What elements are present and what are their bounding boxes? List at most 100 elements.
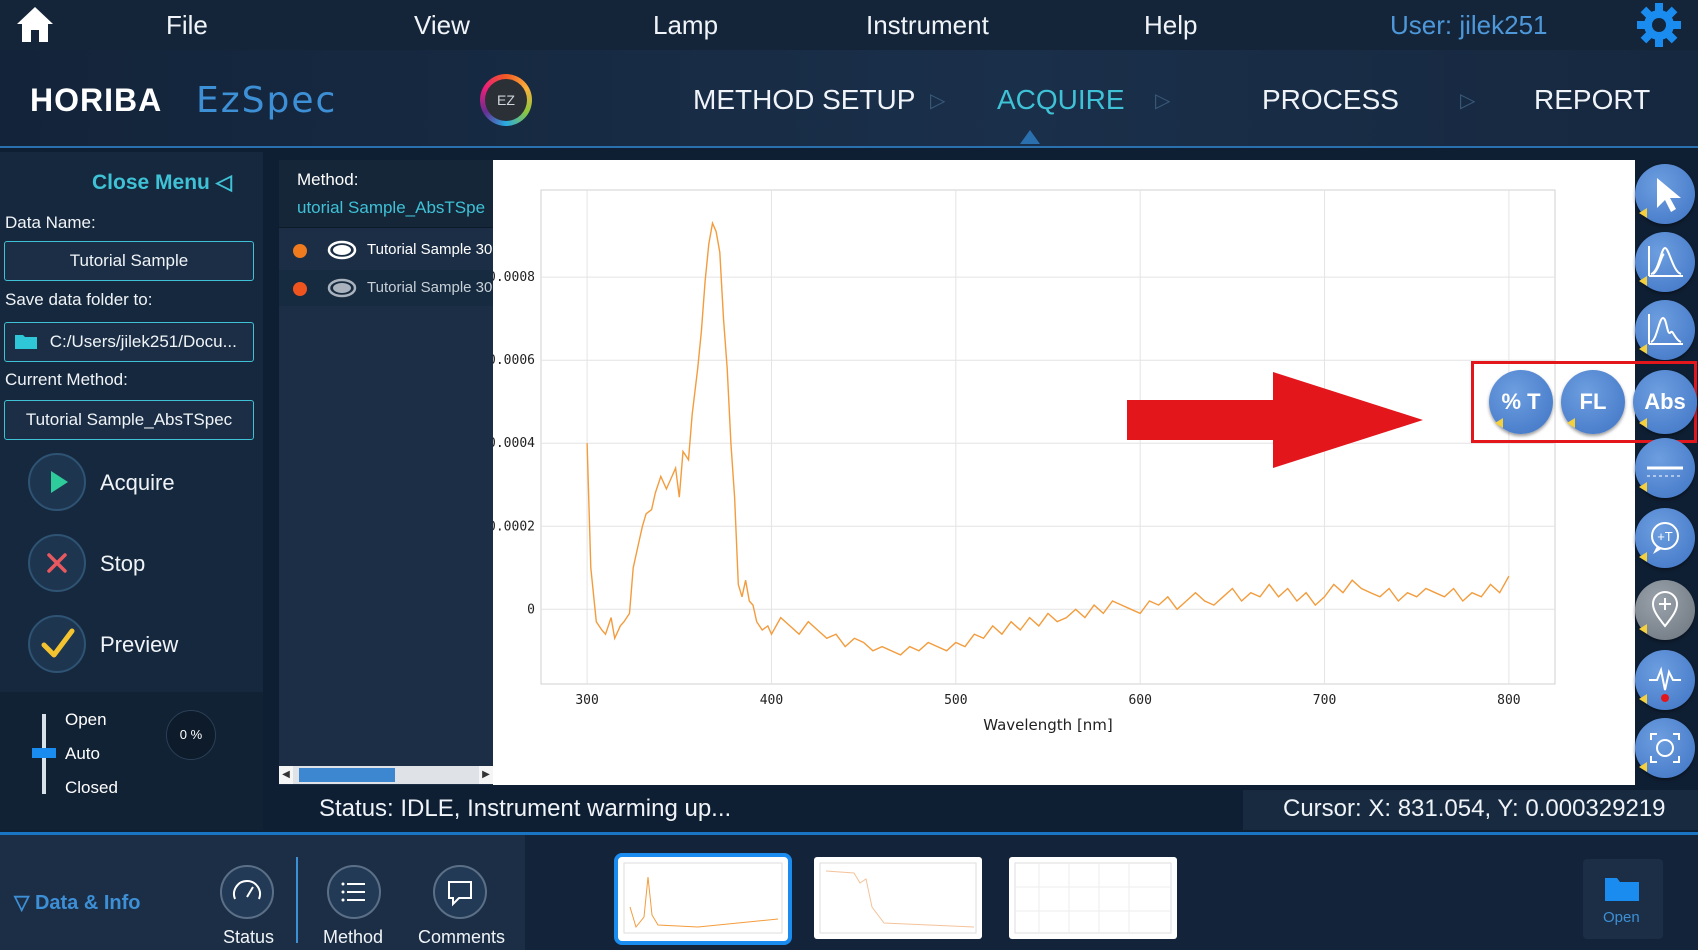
scroll-right-icon[interactable]: ▶ — [479, 766, 493, 784]
comment-icon — [448, 881, 472, 907]
data-info-panel: ▽ Data & Info Status Method Comments — [0, 835, 525, 950]
chart[interactable]: 300 400 500 600 700 800 0.0008 0.0006 0.0004 0.00… — [471, 160, 1635, 785]
gauge-icon — [233, 880, 261, 900]
list-item[interactable]: Tutorial Sample 30 — [279, 270, 493, 306]
marker-tool-button[interactable] — [1635, 580, 1695, 640]
menu-lamp[interactable]: Lamp — [653, 10, 718, 41]
list-item[interactable]: Tutorial Sample 30 — [279, 232, 493, 268]
method-label: Method: — [297, 170, 359, 189]
eye-icon[interactable] — [327, 240, 357, 260]
ezspec-logo: EzSpec — [196, 80, 338, 121]
shutter-open-label[interactable]: Open — [65, 710, 107, 730]
bottom-bar: ▽ Data & Info Status Method Comments Ope… — [0, 832, 1698, 950]
data-name-field[interactable]: Tutorial Sample — [4, 241, 254, 281]
status-bar: Status: IDLE, Instrument warming up... C… — [263, 788, 1698, 832]
step-report[interactable]: REPORT — [1534, 84, 1650, 116]
menu-file[interactable]: File — [166, 10, 208, 41]
checkmark-icon — [41, 628, 75, 658]
thumbnail-preview-icon — [1014, 862, 1172, 934]
horiba-logo: HORIBA — [30, 82, 163, 118]
save-folder-field[interactable]: C:/Users/jilek251/Docu... — [4, 322, 254, 362]
shutter-auto-label[interactable]: Auto — [65, 744, 100, 764]
active-step-indicator — [1020, 130, 1040, 144]
menu-view[interactable]: View — [414, 10, 470, 41]
progress-indicator: 0 % — [166, 710, 216, 760]
overlay-spectra-button[interactable] — [1635, 232, 1695, 292]
workflow-nav: HORIBA EzSpec EZ METHOD SETUP ▷ ACQUIRE … — [0, 50, 1698, 148]
shutter-closed-label[interactable]: Closed — [65, 778, 118, 798]
stop-label: Stop — [100, 551, 146, 576]
red-arrow-annotation — [1127, 372, 1423, 468]
home-icon[interactable] — [14, 4, 56, 46]
folder-icon — [1605, 878, 1639, 901]
method-panel: Method: utorial Sample_AbsTSpe Tutorial … — [279, 160, 493, 785]
menu-bar: File View Lamp Instrument Help User: jil… — [0, 0, 1698, 50]
baseline-tool-button[interactable] — [1635, 438, 1695, 498]
stop-button[interactable] — [28, 534, 86, 592]
close-menu-button[interactable]: Close Menu ◁ — [92, 170, 232, 195]
y-tick-label: 0.0002 — [493, 519, 535, 534]
divider — [296, 857, 298, 943]
open-button[interactable]: Open — [1583, 859, 1663, 939]
list-item-label: Tutorial Sample 30 — [367, 279, 493, 296]
spectrum-thumbnail[interactable] — [1009, 857, 1177, 939]
folder-icon — [15, 335, 37, 349]
preview-button[interactable] — [28, 615, 86, 673]
data-name-label: Data Name: — [5, 213, 96, 232]
data-info-toggle[interactable]: ▽ Data & Info — [14, 890, 141, 915]
user-label: User: jilek251 — [1390, 10, 1548, 40]
spectrum-thumbnail[interactable] — [614, 853, 792, 945]
preview-label: Preview — [100, 632, 179, 657]
x-tick-label: 700 — [1313, 693, 1336, 708]
annotate-tool-button[interactable]: +T — [1635, 508, 1695, 568]
method-value: utorial Sample_AbsTSpe — [297, 198, 486, 217]
step-arrow-icon: ▷ — [1460, 90, 1476, 112]
peak-tool-button[interactable] — [1635, 300, 1695, 360]
scroll-left-icon[interactable]: ◀ — [279, 766, 293, 784]
y-tick-label: 0.0004 — [493, 436, 535, 451]
x-tick-label: 500 — [944, 693, 967, 708]
horizontal-scrollbar[interactable]: ◀ ▶ — [279, 766, 493, 784]
shutter-slider-handle[interactable] — [32, 748, 56, 758]
method-header: Method: utorial Sample_AbsTSpe — [279, 160, 493, 228]
y-tick-label: 0.0006 — [493, 353, 535, 368]
fluorescence-button[interactable]: FL — [1561, 370, 1625, 434]
ez-badge-label: EZ — [485, 79, 527, 121]
scroll-thumb[interactable] — [299, 768, 395, 782]
save-folder-label: Save data folder to: — [5, 290, 153, 309]
cursor-readout-text: Cursor: X: 831.054, Y: 0.000329219 — [1283, 795, 1666, 822]
close-icon — [47, 553, 67, 573]
acquire-label: Acquire — [100, 470, 175, 495]
signal-tool-button[interactable] — [1635, 650, 1695, 710]
step-arrow-icon: ▷ — [930, 90, 946, 112]
list-item-label: Tutorial Sample 30 — [367, 241, 493, 258]
acquire-button[interactable] — [28, 453, 86, 511]
x-axis-label: Wavelength [nm] — [983, 716, 1113, 734]
gear-icon[interactable] — [1634, 2, 1684, 48]
method-button[interactable] — [327, 865, 381, 919]
comments-button[interactable] — [433, 865, 487, 919]
play-icon — [51, 471, 68, 493]
eye-icon[interactable] — [327, 278, 357, 298]
pointer-tool-button[interactable] — [1635, 164, 1695, 224]
open-label: Open — [1603, 909, 1640, 926]
shutter-control: Open Auto Closed 0 % — [0, 692, 263, 830]
status-button[interactable] — [220, 865, 274, 919]
thumbnail-preview-icon — [623, 862, 783, 934]
step-arrow-icon: ▷ — [1155, 90, 1171, 112]
percent-transmittance-button[interactable]: % T — [1489, 370, 1553, 434]
menu-help[interactable]: Help — [1144, 10, 1197, 41]
step-process[interactable]: PROCESS — [1262, 84, 1399, 116]
step-method-setup[interactable]: METHOD SETUP — [693, 84, 915, 116]
step-acquire[interactable]: ACQUIRE — [997, 84, 1125, 116]
series-color-dot — [293, 282, 307, 296]
menu-instrument[interactable]: Instrument — [866, 10, 989, 41]
absorbance-button[interactable]: Abs — [1633, 370, 1697, 434]
current-method-field[interactable]: Tutorial Sample_AbsTSpec — [4, 400, 254, 440]
thumbnail-preview-icon — [819, 862, 977, 934]
save-folder-value: C:/Users/jilek251/Docu... — [49, 332, 237, 351]
zoom-fit-button[interactable] — [1635, 718, 1695, 778]
spectrum-thumbnail[interactable] — [814, 857, 982, 939]
spectrum-plot[interactable]: 300 400 500 600 700 800 0.0008 0.0006 0.0004 0.00… — [471, 160, 1635, 785]
list-icon — [341, 882, 365, 902]
